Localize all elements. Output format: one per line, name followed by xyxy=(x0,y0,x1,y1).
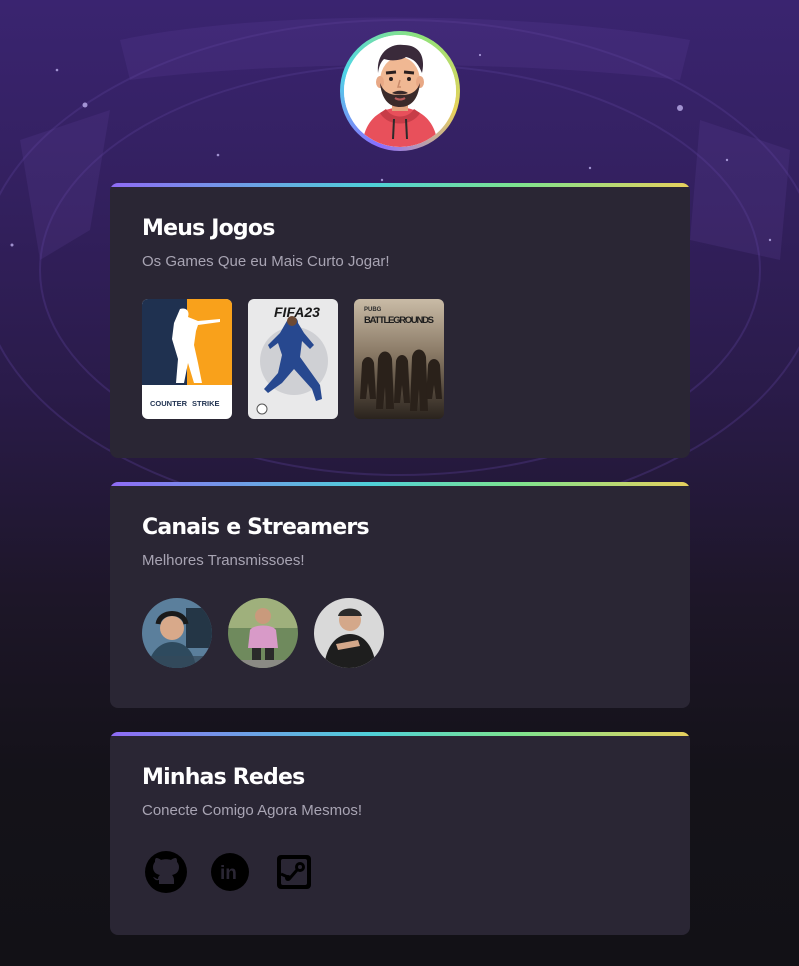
streamers-card: Canais e Streamers Melhores Transmissoes… xyxy=(110,482,690,708)
streamer-avatar-2[interactable] xyxy=(228,598,298,668)
streamer-1-photo xyxy=(142,598,212,668)
social-card: Minhas Redes Conecte Comigo Agora Mesmos… xyxy=(110,732,690,935)
social-card-subtitle: Conecte Comigo Agora Mesmos! xyxy=(142,802,363,819)
linkedin-link[interactable]: in xyxy=(206,848,254,896)
game-pubg[interactable]: PUBG BATTLEGROUNDS xyxy=(354,299,444,419)
streamer-avatar-3[interactable] xyxy=(314,598,384,668)
game-counter-strike[interactable]: COUNTER STRIKE xyxy=(142,299,232,419)
fifa-23-cover: FIFA23 xyxy=(248,299,338,419)
cs-brand-bottom: STRIKE xyxy=(192,399,220,408)
streamer-3-photo xyxy=(314,598,384,668)
steam-icon xyxy=(277,855,311,889)
games-card-title: Meus Jogos xyxy=(142,216,275,241)
streamers-card-title: Canais e Streamers xyxy=(142,515,370,540)
streamer-2-photo xyxy=(228,598,298,668)
steam-link[interactable] xyxy=(270,848,318,896)
games-card-subtitle: Os Games Que eu Mais Curto Jogar! xyxy=(142,253,390,270)
streamers-card-subtitle: Melhores Transmissoes! xyxy=(142,552,305,569)
social-card-title: Minhas Redes xyxy=(142,765,305,790)
streamer-avatar-1[interactable] xyxy=(142,598,212,668)
pubg-cover: PUBG BATTLEGROUNDS xyxy=(354,299,444,419)
linkedin-icon: in xyxy=(211,853,249,891)
pubg-small-label: PUBG xyxy=(364,307,382,313)
games-card: Meus Jogos Os Games Que eu Mais Curto Jo… xyxy=(110,183,690,458)
avatar-illustration xyxy=(344,35,456,147)
linkedin-label: in xyxy=(220,863,237,884)
fifa-label: FIFA23 xyxy=(274,304,320,320)
counter-strike-cover: COUNTER STRIKE xyxy=(142,299,232,419)
pubg-label: BATTLEGROUNDS xyxy=(364,315,434,326)
github-icon xyxy=(145,851,187,893)
cs-brand-top: COUNTER xyxy=(150,399,188,408)
github-link[interactable] xyxy=(142,848,190,896)
profile-avatar xyxy=(340,31,460,151)
game-fifa-23[interactable]: FIFA23 xyxy=(248,299,338,419)
